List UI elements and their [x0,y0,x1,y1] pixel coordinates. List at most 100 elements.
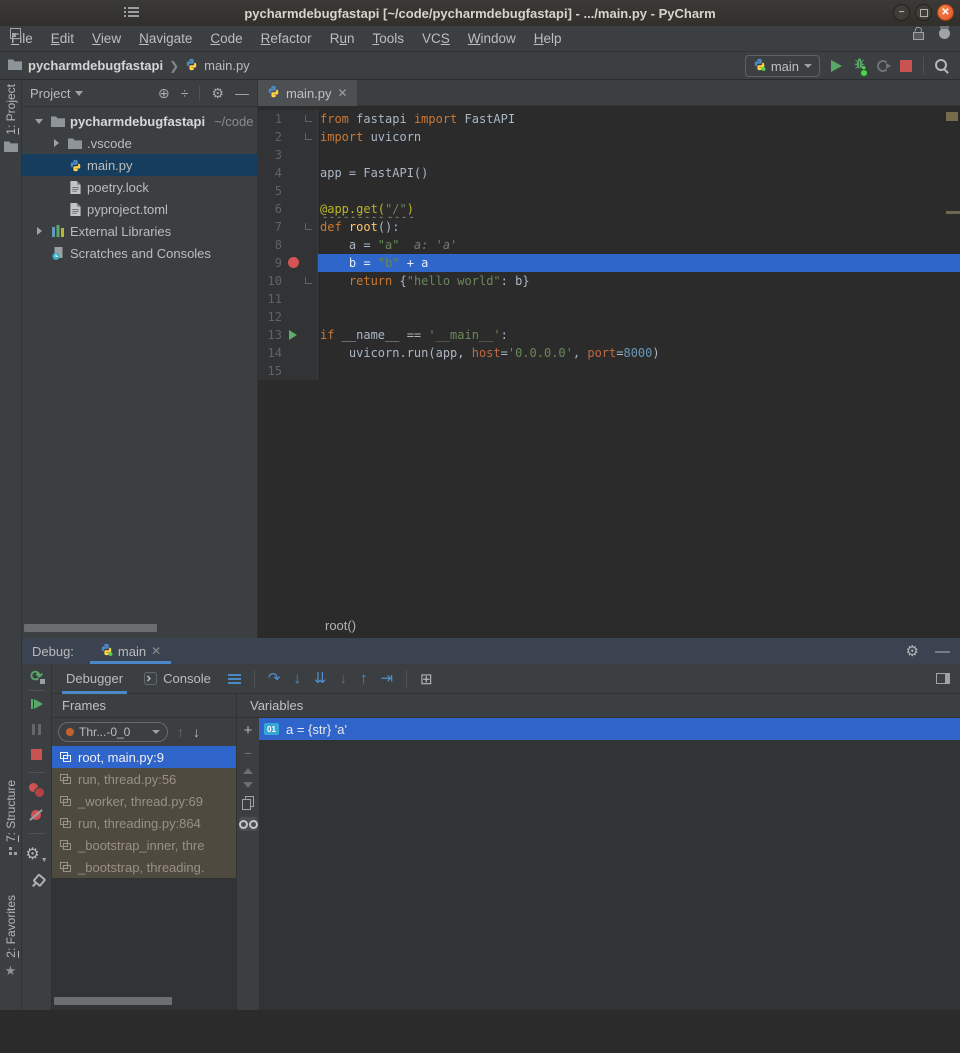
frames-horizontal-scrollbar[interactable] [54,997,172,1005]
tool-button-project[interactable]: 1: Project [0,84,21,155]
locate-file-icon[interactable]: ⊕ [158,85,170,102]
tab-console[interactable]: Console [140,664,215,694]
frame-row[interactable]: run, threading.py:864 [52,812,236,834]
resume-button[interactable] [31,699,43,709]
line-number[interactable]: 5 [258,182,284,200]
hide-panel-icon[interactable]: — [235,85,249,101]
force-step-into-button[interactable]: ↓ [339,671,347,686]
fold-marker-icon[interactable] [305,115,312,122]
fold-marker-icon[interactable] [305,223,312,230]
menu-item-refactor[interactable]: Refactor [252,31,321,46]
project-tree-item-pycharmdebugfastapi[interactable]: pycharmdebugfastapi~/code [22,110,257,132]
editor-tab-main-py[interactable]: main.py ✕ [258,80,357,106]
project-view-title[interactable]: Project [30,86,70,101]
step-out-button[interactable]: ↑ [360,671,368,686]
gear-icon[interactable]: ⚙ [906,644,919,659]
close-tab-icon[interactable]: ✕ [338,86,348,100]
line-number[interactable]: 13 [258,326,284,344]
breakpoint-icon[interactable] [288,257,299,268]
maximize-button[interactable] [915,4,932,21]
stop-button[interactable] [31,749,42,760]
code-text[interactable] [318,290,960,308]
code-text[interactable] [318,146,960,164]
run-configuration-select[interactable]: main [745,55,820,77]
hide-panel-icon[interactable]: — [935,643,950,660]
line-number[interactable]: 6 [258,200,284,218]
menu-item-code[interactable]: Code [201,31,251,46]
project-horizontal-scrollbar[interactable] [24,624,157,632]
line-number[interactable]: 9 [258,254,284,272]
move-watch-up-button[interactable] [243,768,253,774]
menu-item-view[interactable]: View [83,31,130,46]
context-function[interactable]: root() [325,618,356,633]
evaluate-expression-button[interactable]: ⊞ [420,670,433,688]
run-button[interactable] [831,60,842,72]
frame-row[interactable]: _bootstrap_inner, thre [52,834,236,856]
project-tree-item-main-py[interactable]: main.py [22,154,257,176]
rerun-button[interactable]: ⟳ [30,669,43,684]
frame-row[interactable]: _bootstrap, threading. [52,856,236,878]
code-text[interactable]: return {"hello world": b} [318,272,960,290]
menu-item-vcs[interactable]: VCS [413,31,459,46]
line-number[interactable]: 8 [258,236,284,254]
gear-icon[interactable]: ⚙ [211,85,224,102]
add-watch-button[interactable]: + [244,723,253,738]
line-number[interactable]: 7 [258,218,284,236]
run-with-coverage-button[interactable] [877,60,889,72]
code-text[interactable] [318,182,960,200]
collapse-arrow-icon[interactable] [37,227,42,235]
breadcrumb-file[interactable]: main.py [204,58,250,73]
duplicate-watch-button[interactable] [242,796,254,809]
code-text[interactable]: uvicorn.run(app, host='0.0.0.0', port=80… [318,344,960,362]
collapse-all-icon[interactable]: ÷ [181,85,189,101]
line-number[interactable]: 4 [258,164,284,182]
code-text[interactable]: def root(): [318,218,960,236]
code-text[interactable]: from fastapi import FastAPI [318,110,960,128]
view-breakpoints-button[interactable] [28,783,45,798]
line-number[interactable]: 11 [258,290,284,308]
close-button[interactable]: ✕ [937,4,954,21]
tab-debugger[interactable]: Debugger [62,664,127,694]
tool-button-favorites[interactable]: 2: Favorites ★ [0,895,21,979]
lock-icon[interactable] [912,27,923,40]
close-session-icon[interactable]: ✕ [151,644,161,658]
code-text[interactable] [318,362,960,380]
code-text[interactable]: if __name__ == '__main__': [318,326,960,344]
layout-settings-icon[interactable] [228,674,241,684]
tool-button-structure[interactable]: 7: Structure [0,780,21,856]
fold-marker-icon[interactable] [305,277,312,284]
breadcrumb-project[interactable]: pycharmdebugfastapi [28,58,163,73]
next-frame-button[interactable]: ↓ [193,724,200,740]
code-text[interactable]: import uvicorn [318,128,960,146]
debug-settings-button[interactable]: ⚙▼ [25,844,47,864]
code-text[interactable]: a = "a" a: 'a' [318,236,960,254]
frame-row[interactable]: _worker, thread.py:69 [52,790,236,812]
line-number[interactable]: 15 [258,362,284,380]
warning-stripe-mark[interactable] [946,211,960,214]
variable-row[interactable]: 01a = {str} 'a' [259,718,960,740]
run-to-cursor-button[interactable]: ⇥ [380,671,393,686]
code-text[interactable]: app = FastAPI() [318,164,960,182]
project-tree-item-pyproject-toml[interactable]: pyproject.toml [22,198,257,220]
step-into-button[interactable]: ↓ [293,671,301,686]
run-gutter-icon[interactable] [289,330,297,340]
line-number[interactable]: 12 [258,308,284,326]
previous-frame-button[interactable]: ↑ [177,724,184,740]
stop-button[interactable] [900,60,912,72]
project-tree-item-poetry-lock[interactable]: poetry.lock [22,176,257,198]
menu-item-file[interactable]: File [2,31,42,46]
frame-row[interactable]: root, main.py:9 [52,746,236,768]
menu-item-window[interactable]: Window [459,31,525,46]
chevron-down-icon[interactable] [75,91,83,96]
menu-item-navigate[interactable]: Navigate [130,31,201,46]
pause-button[interactable] [32,724,41,735]
debug-button[interactable] [853,57,866,75]
pin-tab-icon[interactable] [26,871,46,891]
code-text[interactable]: @app.get("/") [318,200,960,218]
menu-item-help[interactable]: Help [525,31,571,46]
step-into-my-code-button[interactable]: ⇊ [314,671,327,686]
menu-item-run[interactable]: Run [321,31,364,46]
search-everywhere-icon[interactable] [935,59,950,74]
remove-watch-button[interactable]: − [244,746,252,760]
inspection-status-indicator[interactable] [946,112,958,121]
